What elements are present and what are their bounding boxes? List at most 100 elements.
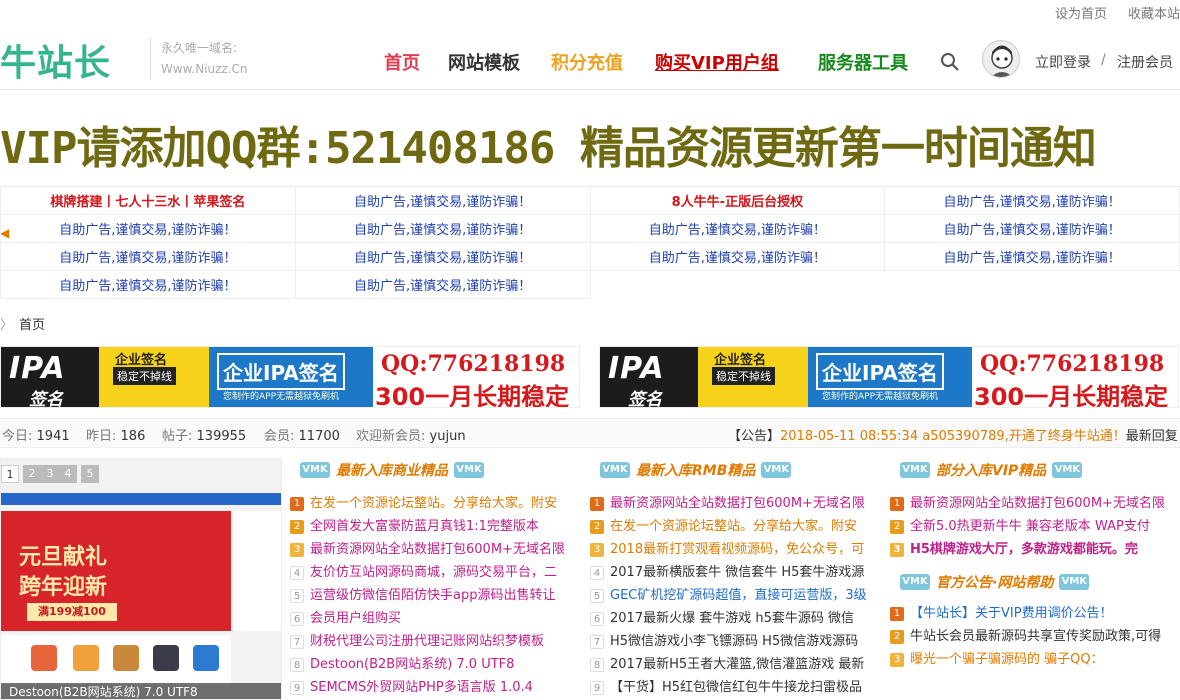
ipa-tag: 企业签名 稳定不掉线: [698, 347, 808, 407]
set-home-link[interactable]: 设为首页: [1055, 3, 1107, 22]
bookmark-link[interactable]: 收藏本站: [1128, 3, 1180, 22]
list-item[interactable]: 1 在发一个资源论坛整站。分享给大家。附安: [290, 492, 565, 515]
list-item[interactable]: 6 会员用户组购买: [290, 607, 565, 630]
newest-member-link[interactable]: yujun: [430, 429, 466, 444]
ipa-title: 企业IPA签名: [816, 353, 944, 390]
vmk-badge: VMK: [900, 462, 930, 478]
list-item[interactable]: 3 曝光一个骗子骗源码的 骗子QQ：: [890, 648, 1161, 671]
ipa-tag-sub: 稳定不掉线: [113, 367, 176, 385]
ad-cell[interactable]: 自助广告,谨慎交易,谨防诈骗！: [294, 242, 591, 271]
ad-cell[interactable]: 自助广告,谨慎交易,谨防诈骗！: [589, 214, 886, 243]
product-icon: [153, 645, 179, 671]
forum-stats: 今日: 1941 昨日: 186 帖子: 139955 会员: 11700 欢迎…: [0, 418, 1180, 448]
login-link[interactable]: 立即登录: [1035, 52, 1091, 72]
ad-cell[interactable]: 8人牛牛-正版后台授权: [589, 186, 886, 215]
slider-dot[interactable]: 1: [1, 465, 19, 483]
list-item[interactable]: 2 在发一个资源论坛整站。分享给大家。附安: [590, 515, 867, 538]
nav-home[interactable]: 首页: [384, 49, 420, 75]
list-item[interactable]: 9 【干货】H5红包微信红包牛牛接龙扫雷极品: [590, 676, 867, 699]
register-link[interactable]: 注册会员: [1117, 52, 1173, 72]
breadcrumb-home[interactable]: 首页: [19, 318, 45, 333]
ipa-subtitle: 您制作的APP无需越狱免刷机: [223, 392, 340, 402]
list-item[interactable]: 3 2018最新打赏观看视频源码，免公众号，可: [590, 538, 867, 561]
stat-yesterday: 昨日: 186: [86, 429, 146, 444]
list-item[interactable]: 7 H5微信游戏小李飞镖源码 H5微信游戏源码: [590, 630, 867, 653]
ipa-logo-sub: 签名: [628, 390, 662, 408]
list-item[interactable]: 4 2017最新横版套牛 微信套牛 H5套牛游戏源: [590, 561, 867, 584]
column-title[interactable]: 官方公告·网站帮助: [936, 572, 1053, 592]
column-header: VMK 最新入库RMB精品 VMK: [600, 460, 792, 480]
notice-text: a505390789,开通了终身牛站通！: [922, 429, 1126, 444]
ipa-ad-banner[interactable]: IPA 签名 企业签名 稳定不掉线 企业IPA签名 您制作的APP无需越狱免刷机…: [599, 346, 1179, 408]
list-item[interactable]: 7 财税代理公司注册代理记账网站织梦模板: [290, 630, 565, 653]
ipa-logo-text: IPA: [9, 351, 66, 386]
ipa-price: 300一月长期稳定: [375, 383, 570, 408]
list-item[interactable]: 8 2017最新H5王者大灌篮,微信灌篮游戏 最新: [590, 653, 867, 676]
ad-cell[interactable]: 自助广告,谨慎交易,谨防诈骗！: [294, 270, 591, 299]
list-item[interactable]: 1 最新资源网站全站数据打包600M+无域名限: [590, 492, 867, 515]
ipa-title-block: 企业IPA签名 您制作的APP无需越狱免刷机: [209, 347, 373, 407]
user-avatar[interactable]: [982, 40, 1020, 78]
notice-more[interactable]: 最新回复: [1126, 429, 1178, 444]
ad-cell[interactable]: 自助广告,谨慎交易,谨防诈骗！: [884, 214, 1180, 243]
nav-server-tools[interactable]: 服务器工具: [818, 49, 908, 75]
image-slider[interactable]: 1 2 3 4 5 元旦献礼 跨年迎新 满199减100 Destoon(B2B…: [0, 458, 282, 700]
notice-date: 2018-05-11 08:55:34: [780, 429, 919, 444]
product-icon: [31, 645, 57, 671]
list-item[interactable]: 5 GEC矿机挖矿源码超值，直接可运营版，3级: [590, 584, 867, 607]
ad-cell[interactable]: 自助广告,谨慎交易,谨防诈骗！: [0, 214, 296, 243]
site-logo[interactable]: 牛站长: [0, 34, 111, 86]
list-item[interactable]: 2 牛站长会员最新源码共享宣传奖励政策,可得: [890, 625, 1161, 648]
column-title[interactable]: 部分入库VIP精品: [936, 460, 1046, 480]
list-item[interactable]: 2 全网首发大富豪防蓝月真钱1:1完整版本: [290, 515, 565, 538]
ad-cell[interactable]: 自助广告,谨慎交易,谨防诈骗！: [294, 186, 591, 215]
announcement[interactable]: 【公告】2018-05-11 08:55:34 a505390789,开通了终身…: [728, 425, 1178, 444]
list-item[interactable]: 3 H5棋牌游戏大厅，多款游戏都能玩。完: [890, 538, 1165, 561]
list-item[interactable]: 2 全新5.0热更新牛牛 兼容老版本 WAP支付: [890, 515, 1165, 538]
list-item[interactable]: 1 最新资源网站全站数据打包600M+无域名限: [890, 492, 1165, 515]
list-item[interactable]: 3 最新资源网站全站数据打包600M+无域名限: [290, 538, 565, 561]
slider-dot[interactable]: 3: [41, 465, 59, 483]
vmk-badge: VMK: [300, 462, 330, 478]
ad-cell[interactable]: 自助广告,谨慎交易,谨防诈骗！: [884, 242, 1180, 271]
list-item[interactable]: 8 Destoon(B2B网站系统) 7.0 UTF8: [290, 653, 565, 676]
auth-separator: /: [1101, 52, 1106, 68]
ad-cell[interactable]: 棋牌搭建丨七人十三水丨苹果签名: [0, 186, 296, 215]
notice-tag: 【公告】: [728, 429, 781, 444]
vmk-badge: VMK: [454, 462, 484, 478]
slide-caption[interactable]: Destoon(B2B网站系统) 7.0 UTF8: [1, 683, 281, 699]
search-icon[interactable]: [940, 52, 960, 72]
ipa-ad-banner[interactable]: IPA 签名 企业签名 稳定不掉线 企业IPA签名 您制作的APP无需越狱免刷机…: [0, 346, 580, 408]
ad-cell[interactable]: 自助广告,谨慎交易,谨防诈骗！: [884, 186, 1180, 215]
slider-dot[interactable]: 5: [81, 465, 99, 483]
ipa-title-block: 企业IPA签名 您制作的APP无需越狱免刷机: [808, 347, 972, 407]
nav-templates[interactable]: 网站模板: [448, 49, 520, 75]
ad-cell[interactable]: 自助广告,谨慎交易,谨防诈骗！: [0, 270, 296, 299]
ad-cell[interactable]: 自助广告,谨慎交易,谨防诈骗！: [589, 242, 886, 271]
product-icon: [113, 645, 139, 671]
list-item[interactable]: 1 【牛站长】关于VIP费用调价公告！: [890, 602, 1161, 625]
ad-cell[interactable]: 自助广告,谨慎交易,谨防诈骗！: [0, 242, 296, 271]
ipa-qq: QQ:776218198: [980, 351, 1165, 377]
slider-dot[interactable]: 4: [59, 465, 77, 483]
slide-sidebar: [233, 511, 281, 631]
top-bar: 设为首页 收藏本站: [0, 0, 1180, 22]
list-item[interactable]: 5 运营级仿微信佰陌仿快手app源码出售转让: [290, 584, 565, 607]
site-header: 牛站长 永久唯一域名: Www.Niuzz.Cn 首页 网站模板 积分充值 购买…: [0, 22, 1180, 90]
vip-banner[interactable]: VIP请添加QQ群:521408186 精品资源更新第一时间通知: [0, 112, 1180, 180]
slider-dot[interactable]: 2: [23, 465, 41, 483]
stat-new-member: 欢迎新会员: yujun: [356, 429, 466, 444]
nav-buy-vip[interactable]: 购买VIP用户组: [655, 49, 779, 75]
list-item[interactable]: 9 SEMCMS外贸网站PHP多语言版 1.0.4: [290, 676, 565, 699]
ipa-logo: IPA 签名: [1, 347, 99, 407]
list-item[interactable]: 6 2017最新火爆 套牛游戏 h5套牛源码 微信: [590, 607, 867, 630]
column-title[interactable]: 最新入库RMB精品: [636, 460, 755, 480]
breadcrumb-separator: 〉: [0, 318, 14, 333]
list-item[interactable]: 4 友价仿互站网源码商城，源码交易平台，二: [290, 561, 565, 584]
ipa-tag-title: 企业签名: [115, 353, 168, 368]
column-header: VMK 最新入库商业精品 VMK: [300, 460, 484, 480]
column-title[interactable]: 最新入库商业精品: [336, 460, 448, 480]
nav-recharge[interactable]: 积分充值: [551, 49, 623, 75]
ad-cell[interactable]: 自助广告,谨慎交易,谨防诈骗！: [294, 214, 591, 243]
slide-icons: [1, 635, 231, 685]
